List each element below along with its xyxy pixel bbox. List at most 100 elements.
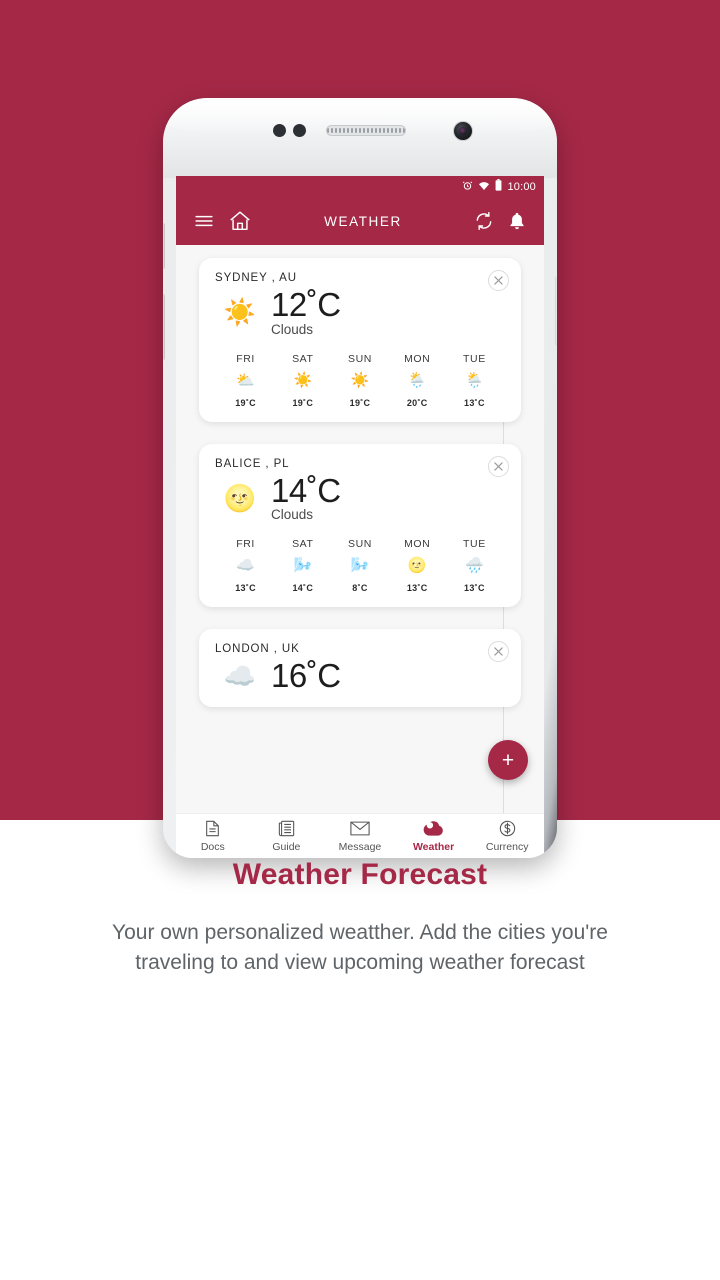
cloud-wind-icon: 🌬️ <box>350 557 370 575</box>
sun-icon: ☀️ <box>350 371 370 389</box>
app-bar: WEATHER <box>176 197 544 245</box>
weather-card[interactable]: SYDNEY , AU ☀️ 12˚C Clouds FRI ⛅ 19˚C SA… <box>199 258 521 422</box>
home-icon[interactable] <box>228 209 252 233</box>
weather-card[interactable]: BALICE , PL 🌝 14˚C Clouds FRI ☁️ 13˚C SA… <box>199 443 521 608</box>
nav-label: Weather <box>412 840 455 853</box>
forecast-temp: 19˚C <box>349 397 371 408</box>
nav-label: Guide <box>272 840 301 853</box>
close-icon[interactable] <box>488 270 509 291</box>
volume-down-button[interactable] <box>163 294 165 360</box>
battery-icon <box>495 178 502 195</box>
forecast-day-label: MON <box>404 352 431 365</box>
forecast-temp: 13˚C <box>464 397 485 408</box>
status-clock: 10:00 <box>507 180 536 193</box>
forecast-temp: 14˚C <box>292 583 314 594</box>
current-temperature: 16˚C <box>271 657 341 695</box>
forecast-row: FRI ⛅ 19˚C SAT ☀️ 19˚C SUN ☀️ 19˚C MON 🌦… <box>215 353 505 408</box>
sun-icon: ☀️ <box>293 371 313 389</box>
nav-item-docs[interactable]: Docs <box>176 820 250 853</box>
proximity-sensor-icon <box>273 124 286 137</box>
forecast-day-label: SUN <box>348 538 372 551</box>
card-city-name: LONDON , UK <box>215 643 300 656</box>
nav-item-message[interactable]: Message <box>323 820 397 853</box>
current-conditions: ☁️ 16˚C <box>215 659 505 693</box>
sun-dim-icon: 🌝 <box>407 557 427 575</box>
forecast-day: FRI ☁️ 13˚C <box>217 538 274 593</box>
status-bar: 10:00 <box>176 176 544 197</box>
notification-bell-icon[interactable] <box>508 211 526 231</box>
forecast-temp: 19˚C <box>292 397 314 408</box>
volume-up-button[interactable] <box>163 223 165 269</box>
current-temperature: 14˚C <box>271 471 341 509</box>
plus-icon: + <box>501 748 515 772</box>
current-description: Clouds <box>271 507 314 523</box>
weather-card[interactable]: LONDON , UK ☁️ 16˚C <box>199 629 521 707</box>
refresh-icon[interactable] <box>474 211 494 231</box>
forecast-day-label: TUE <box>463 352 486 365</box>
forecast-temp: 13˚C <box>406 583 428 594</box>
hamburger-menu-icon[interactable] <box>194 214 214 228</box>
forecast-temp: 20˚C <box>406 397 428 408</box>
forecast-day: MON 🌝 13˚C <box>389 538 446 593</box>
forecast-day-label: FRI <box>236 352 255 365</box>
current-description: Clouds <box>271 321 314 337</box>
forecast-day: SAT ☀️ 19˚C <box>274 353 331 408</box>
caption-title: Weather Forecast <box>232 858 488 891</box>
envelope-icon <box>350 820 370 838</box>
page-root: 10:00 WEATHER SYDNEY , AU ☀️ 12˚C Clouds… <box>0 0 720 1280</box>
forecast-day-label: MON <box>404 538 431 551</box>
nav-item-guide[interactable]: Guide <box>250 820 324 853</box>
cloud-icon: ☁️ <box>236 557 255 575</box>
sun-behind-cloud-icon: ⛅ <box>236 371 255 389</box>
caption-body: Your own personalized weatther. Add the … <box>112 921 608 975</box>
cloud-icon <box>423 820 444 838</box>
current-temperature: 12˚C <box>271 286 341 323</box>
forecast-row: FRI ☁️ 13˚C SAT 🌬️ 14˚C SUN 🌬️ 8˚C MON 🌝… <box>215 538 505 593</box>
nav-label: Currency <box>485 840 529 853</box>
nav-item-currency[interactable]: Currency <box>470 820 544 853</box>
bottom-navigation: Docs Guide Message Weather Currency <box>176 813 544 858</box>
forecast-day: MON 🌦️ 20˚C <box>389 353 446 408</box>
forecast-day: FRI ⛅ 19˚C <box>217 353 274 408</box>
forecast-temp: 19˚C <box>235 397 256 408</box>
card-city-name: BALICE , PL <box>215 457 290 470</box>
nav-label: Message <box>338 840 382 853</box>
cloud-icon: ☁️ <box>223 661 257 692</box>
dollar-circle-icon <box>499 820 516 838</box>
forecast-temp: 8˚C <box>352 583 368 594</box>
card-city-name: SYDNEY , AU <box>215 272 297 284</box>
add-city-button[interactable]: + <box>488 740 528 780</box>
forecast-day: SUN ☀️ 19˚C <box>331 353 388 408</box>
forecast-day: SUN 🌬️ 8˚C <box>331 538 388 593</box>
weather-card-list[interactable]: SYDNEY , AU ☀️ 12˚C Clouds FRI ⛅ 19˚C SA… <box>176 245 544 858</box>
page-title: WEATHER <box>324 213 402 229</box>
light-sensor-icon <box>293 124 306 137</box>
forecast-day: TUE 🌧️ 13˚C <box>446 538 503 593</box>
forecast-day-label: SAT <box>292 538 314 551</box>
nav-item-weather[interactable]: Weather <box>397 820 471 853</box>
sun-behind-rain-icon: 🌦️ <box>465 371 484 389</box>
wifi-icon <box>478 179 490 195</box>
alarm-icon <box>462 179 473 195</box>
forecast-day-label: FRI <box>236 538 255 551</box>
document-icon <box>205 820 220 838</box>
forecast-temp: 13˚C <box>464 583 485 594</box>
forecast-day-label: TUE <box>463 538 486 551</box>
forecast-day-label: SAT <box>292 352 314 365</box>
power-button[interactable] <box>555 276 557 346</box>
close-icon[interactable] <box>488 641 509 663</box>
cloud-wind-icon: 🌬️ <box>293 557 313 575</box>
phone-screen: 10:00 WEATHER SYDNEY , AU ☀️ 12˚C Clouds… <box>176 176 544 858</box>
forecast-day: TUE 🌦️ 13˚C <box>446 353 503 408</box>
phone-mockup: 10:00 WEATHER SYDNEY , AU ☀️ 12˚C Clouds… <box>163 98 557 858</box>
cloud-behind-rain-icon: 🌧️ <box>465 557 484 575</box>
current-conditions: 🌝 14˚C Clouds <box>215 471 505 523</box>
forecast-day-label: SUN <box>348 352 372 365</box>
nav-label: Docs <box>200 840 225 853</box>
close-icon[interactable] <box>488 455 509 477</box>
forecast-day: SAT 🌬️ 14˚C <box>274 538 331 593</box>
sun-icon: ☀️ <box>223 297 257 328</box>
current-conditions: ☀️ 12˚C Clouds <box>215 286 505 337</box>
caption-block: Weather Forecast Your own personalized w… <box>0 858 720 979</box>
newspaper-icon <box>278 820 295 838</box>
